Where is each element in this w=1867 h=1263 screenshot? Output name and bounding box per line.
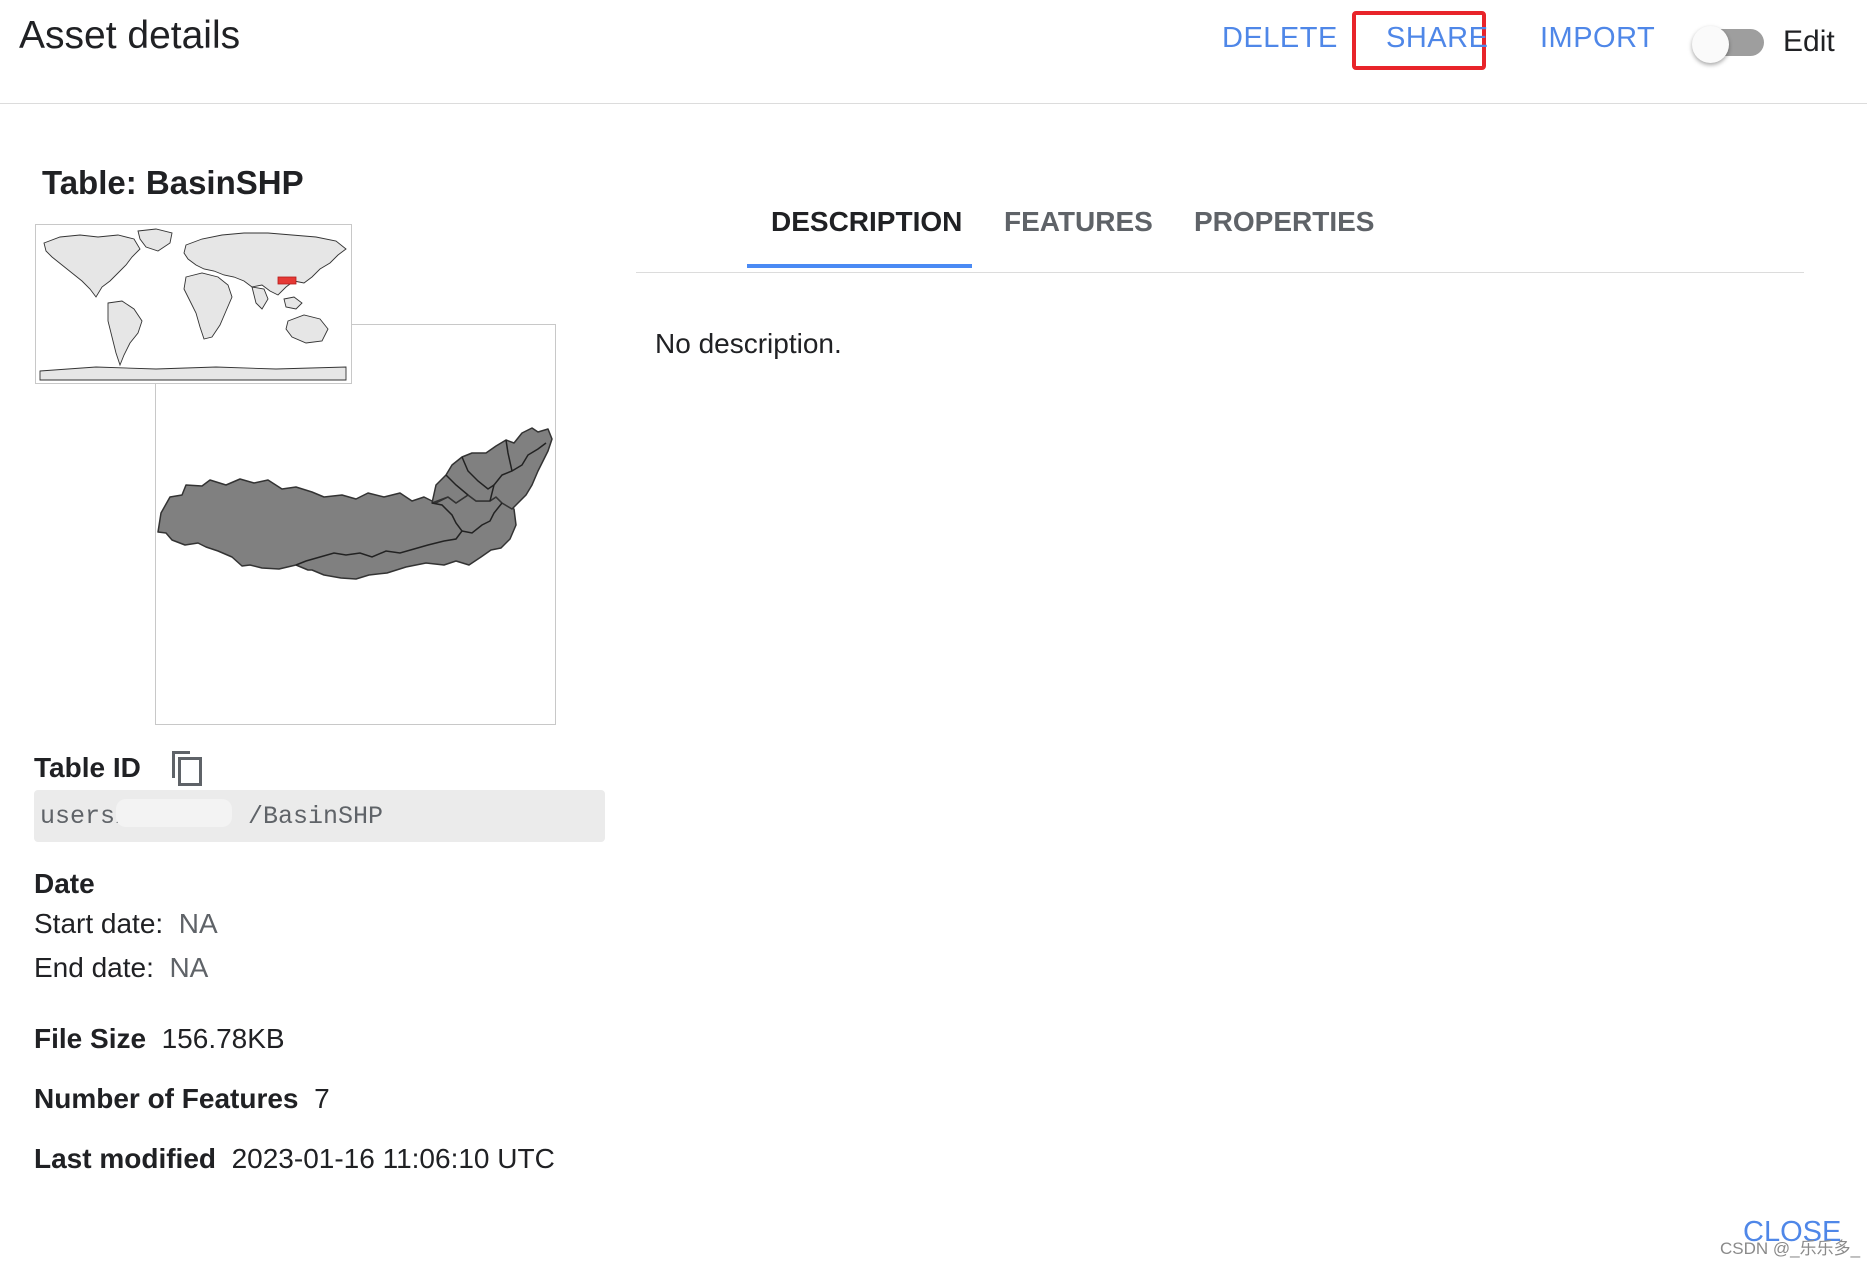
- asset-title: Table: BasinSHP: [42, 164, 304, 201]
- edit-toggle-knob: [1692, 26, 1729, 63]
- redacted-username: [116, 799, 232, 827]
- copy-icon[interactable]: [168, 748, 206, 788]
- location-marker: [277, 276, 297, 285]
- date-heading: Date: [34, 868, 95, 899]
- dialog-header: Asset details DELETE SHARE IMPORT Edit: [0, 0, 1867, 104]
- file-size-label: File Size: [34, 1023, 147, 1054]
- asset-preview-map: [155, 324, 556, 725]
- table-id-label: Table ID: [34, 752, 141, 783]
- table-id-field[interactable]: users//BasinSHP: [34, 790, 605, 842]
- last-modified-row: Last modified 2023-01-16 11:06:10 UTC: [34, 1143, 555, 1175]
- import-button[interactable]: IMPORT: [1540, 22, 1655, 55]
- edit-toggle[interactable]: [1692, 26, 1765, 63]
- file-size-value: 156.78KB: [161, 1023, 285, 1054]
- edit-label: Edit: [1783, 25, 1835, 58]
- tab-features[interactable]: FEATURES: [1004, 206, 1153, 238]
- num-features-label: Number of Features: [34, 1083, 299, 1114]
- last-modified-label: Last modified: [34, 1143, 217, 1174]
- world-locator-map: [35, 224, 352, 384]
- share-button[interactable]: SHARE: [1386, 22, 1488, 55]
- start-date-row: Start date: NA: [34, 908, 218, 939]
- start-date-value: NA: [178, 908, 218, 939]
- file-size-row: File Size 156.78KB: [34, 1023, 285, 1055]
- delete-button[interactable]: DELETE: [1222, 22, 1338, 55]
- num-features-value: 7: [314, 1083, 330, 1114]
- world-map-image: [36, 225, 350, 382]
- page-title: Asset details: [19, 14, 241, 57]
- detail-tabs: DESCRIPTION FEATURES PROPERTIES: [636, 200, 1804, 273]
- end-date-row: End date: NA: [34, 952, 209, 983]
- watermark: CSDN @_乐乐多_: [1720, 1239, 1861, 1258]
- description-text: No description.: [655, 328, 842, 359]
- basin-shapes-image: [157, 427, 553, 580]
- tab-properties[interactable]: PROPERTIES: [1194, 206, 1374, 238]
- end-date-value: NA: [169, 952, 209, 983]
- last-modified-value: 2023-01-16 11:06:10 UTC: [231, 1143, 555, 1174]
- num-features-row: Number of Features 7: [34, 1083, 330, 1115]
- active-tab-indicator: [747, 264, 972, 268]
- tab-description[interactable]: DESCRIPTION: [771, 206, 962, 238]
